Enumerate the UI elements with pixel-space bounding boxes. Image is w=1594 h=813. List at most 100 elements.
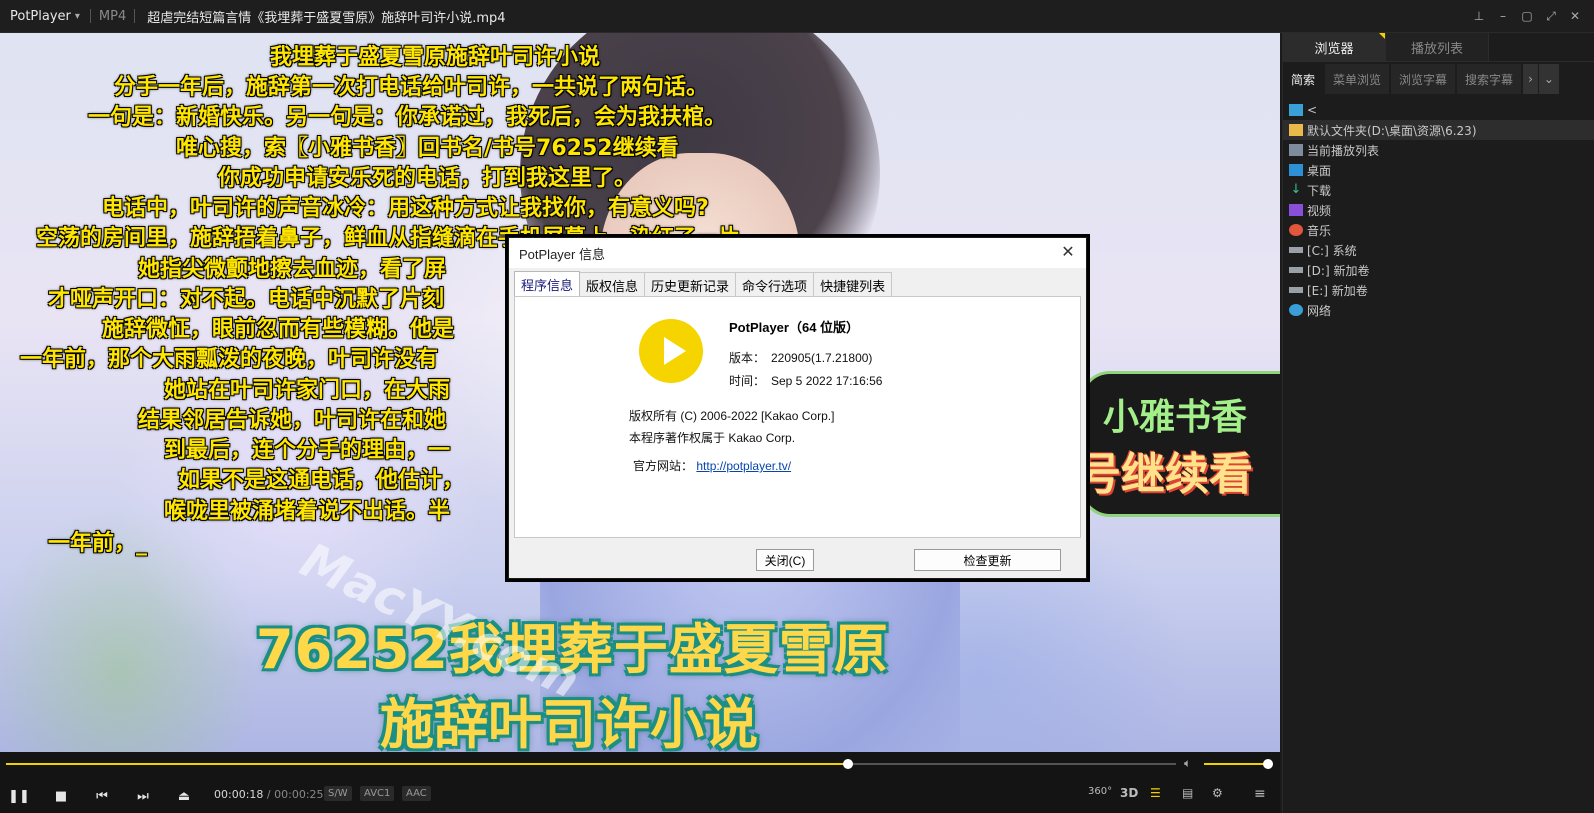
- desktop-icon: [1289, 164, 1303, 176]
- website-label: 官方网站：: [633, 459, 694, 473]
- video-icon: [1289, 204, 1303, 216]
- app-menu-button[interactable]: PotPlayer ▾: [0, 9, 80, 24]
- copyright-text: 版权所有 (C) 2006-2022 [Kakao Corp.]: [629, 409, 835, 423]
- time-row: 时间： Sep 5 2022 17:16:56: [729, 372, 882, 389]
- tree-item-current-playlist[interactable]: 当前播放列表: [1283, 140, 1594, 160]
- subtitle-icon[interactable]: ▤: [1182, 786, 1193, 800]
- pin-icon[interactable]: ⊥: [1468, 6, 1490, 26]
- volume-icon[interactable]: 🔈︎: [1184, 756, 1191, 771]
- banner-line2: 施辞叶司许小说: [380, 693, 758, 752]
- potplayer-logo-icon: [639, 319, 703, 383]
- tree-item-label: 桌面: [1307, 163, 1332, 178]
- browser-subtabs: 简索 菜单浏览 浏览字幕 搜索字幕 › ⌄: [1283, 64, 1594, 94]
- next-icon[interactable]: ⏭︎: [132, 785, 154, 807]
- fullscreen-icon[interactable]: ⤢: [1540, 6, 1562, 26]
- website-link[interactable]: http://potplayer.tv/: [696, 459, 791, 473]
- chevron-right-icon[interactable]: ›: [1523, 64, 1538, 94]
- video-codec-tag[interactable]: AVC1: [360, 786, 395, 801]
- version-value: 220905(1.7.21800): [771, 351, 873, 365]
- pause-icon[interactable]: ❚❚: [8, 785, 30, 807]
- tree-item-desktop[interactable]: 桌面: [1283, 160, 1594, 180]
- subtitle-line: 结果邻居告诉她，叶司许在和她: [138, 408, 447, 433]
- tree-item-downloads[interactable]: ↓ 下载: [1283, 180, 1594, 200]
- eject-icon[interactable]: ⏏︎: [173, 785, 195, 807]
- settings-icon[interactable]: ⚙: [1212, 786, 1223, 800]
- 360-icon[interactable]: 360°: [1088, 786, 1112, 797]
- chevron-down-icon[interactable]: ⌄: [1538, 64, 1559, 94]
- close-icon[interactable]: ✕: [1564, 6, 1586, 26]
- tree-item-drive-d[interactable]: [D:] 新加卷: [1283, 260, 1594, 280]
- tree-item-network[interactable]: 网络: [1283, 300, 1594, 320]
- tree-item-label: [D:] 新加卷: [1307, 263, 1370, 278]
- back-icon: [1289, 104, 1303, 116]
- tab-playlist[interactable]: 播放列表: [1386, 33, 1489, 61]
- subtitle-line: 她站在叶司许家门口，在大雨: [164, 378, 451, 403]
- chevron-down-icon: ▾: [74, 10, 80, 22]
- tab-browser[interactable]: 浏览器: [1283, 33, 1386, 61]
- about-dialog: PotPlayer 信息 ✕ 程序信息 版权信息 历史更新记录 命令行选项 快捷…: [508, 237, 1087, 579]
- subtitle-line: 我埋葬于盛夏雪原施辞叶司许小说: [270, 45, 601, 70]
- tab-shortcuts[interactable]: 快捷键列表: [813, 272, 893, 297]
- dialog-close-icon[interactable]: ✕: [1058, 242, 1078, 262]
- tab-copyright[interactable]: 版权信息: [579, 272, 646, 297]
- tree-item-label: 当前播放列表: [1307, 143, 1380, 158]
- seek-handle[interactable]: [843, 759, 854, 769]
- panel-tabs: 浏览器 播放列表: [1283, 33, 1594, 62]
- stop-icon[interactable]: ■: [50, 785, 72, 807]
- menu-icon[interactable]: ≡: [1254, 786, 1266, 802]
- subtitle-line: 一年前，_: [48, 531, 148, 556]
- subtitle-line: 分手一年后，施辞第一次打电话给叶司许，一共说了两句话。: [114, 75, 709, 100]
- prev-icon[interactable]: ⏮︎: [91, 785, 113, 807]
- volume-handle[interactable]: [1263, 759, 1273, 769]
- subtab-search-subs[interactable]: 搜索字幕: [1457, 64, 1522, 94]
- music-icon: [1289, 224, 1303, 236]
- info-panel: PotPlayer（64 位版） 版本： 220905(1.7.21800) 时间…: [514, 296, 1081, 538]
- tab-program-info[interactable]: 程序信息: [514, 271, 581, 298]
- tree-item-default-folder[interactable]: 默认文件夹(D:\桌面\资源\6.23): [1283, 120, 1594, 140]
- check-update-button[interactable]: 检查更新: [914, 549, 1061, 571]
- tree-item-label: [E:] 新加卷: [1307, 283, 1368, 298]
- version-label: 版本：: [729, 351, 766, 365]
- subtitle-line: 她指尖微颤地擦去血迹，看了屏: [138, 257, 447, 282]
- tab-history[interactable]: 历史更新记录: [644, 272, 737, 297]
- tab-command-line[interactable]: 命令行选项: [735, 272, 815, 297]
- decoder-tag[interactable]: S/W: [324, 786, 352, 801]
- audio-codec-tag[interactable]: AAC: [402, 786, 431, 801]
- subtitle-line: 才哑声开口：对不起。电话中沉默了片刻: [48, 287, 445, 312]
- tree-item-label: 音乐: [1307, 223, 1332, 238]
- owner-text: 本程序著作权属于 Kakao Corp.: [629, 431, 796, 445]
- current-time: 00:00:18: [214, 788, 264, 801]
- drive-icon: [1289, 267, 1303, 273]
- time-value: Sep 5 2022 17:16:56: [771, 374, 883, 388]
- playlist-icon[interactable]: ☰: [1150, 786, 1161, 800]
- title-divider: [89, 9, 91, 23]
- subtitle-line: 电话中，叶司许的声音冰冷：用这种方式让我找你，有意义吗?: [102, 196, 709, 221]
- tree-item-drive-e[interactable]: [E:] 新加卷: [1283, 280, 1594, 300]
- tree-item-label: 视频: [1307, 203, 1332, 218]
- restore-icon[interactable]: ▢: [1516, 6, 1538, 26]
- tree-item-drive-c[interactable]: [C:] 系统: [1283, 240, 1594, 260]
- tree-item-label: <: [1307, 103, 1318, 117]
- subtitle-line: 到最后，连个分手的理由，一: [164, 438, 451, 463]
- subtab-simple[interactable]: 简索: [1283, 64, 1324, 94]
- time-label: 时间：: [729, 374, 766, 388]
- 3d-icon[interactable]: 3D: [1120, 786, 1138, 800]
- subtitle-line: 你成功申请安乐死的电话，打到我这里了。: [218, 166, 637, 191]
- time-separator: /: [266, 788, 271, 801]
- close-button[interactable]: 关闭(C): [756, 549, 814, 571]
- tree-item-music[interactable]: 音乐: [1283, 220, 1594, 240]
- volume-slider[interactable]: [1204, 759, 1273, 769]
- seek-bar[interactable]: [6, 759, 1176, 769]
- folder-icon: [1289, 124, 1303, 136]
- tree-item-back[interactable]: <: [1283, 100, 1594, 120]
- tree-item-videos[interactable]: 视频: [1283, 200, 1594, 220]
- subtab-menu-browse[interactable]: 菜单浏览: [1325, 64, 1390, 94]
- subtab-browse-subs[interactable]: 浏览字幕: [1391, 64, 1456, 94]
- product-name: PotPlayer（64 位版）: [729, 320, 860, 335]
- download-icon: ↓: [1290, 182, 1302, 197]
- playlist-icon: [1289, 144, 1303, 156]
- folder-tree: < 默认文件夹(D:\桌面\资源\6.23) 当前播放列表 桌面 ↓ 下载 视频…: [1283, 100, 1594, 320]
- minimize-icon[interactable]: –: [1492, 6, 1514, 26]
- time-display: 00:00:18 / 00:00:25: [214, 788, 324, 801]
- file-name: 超虐完结短篇言情《我埋葬于盛夏雪原》施辞叶司许小说.mp4: [147, 10, 506, 26]
